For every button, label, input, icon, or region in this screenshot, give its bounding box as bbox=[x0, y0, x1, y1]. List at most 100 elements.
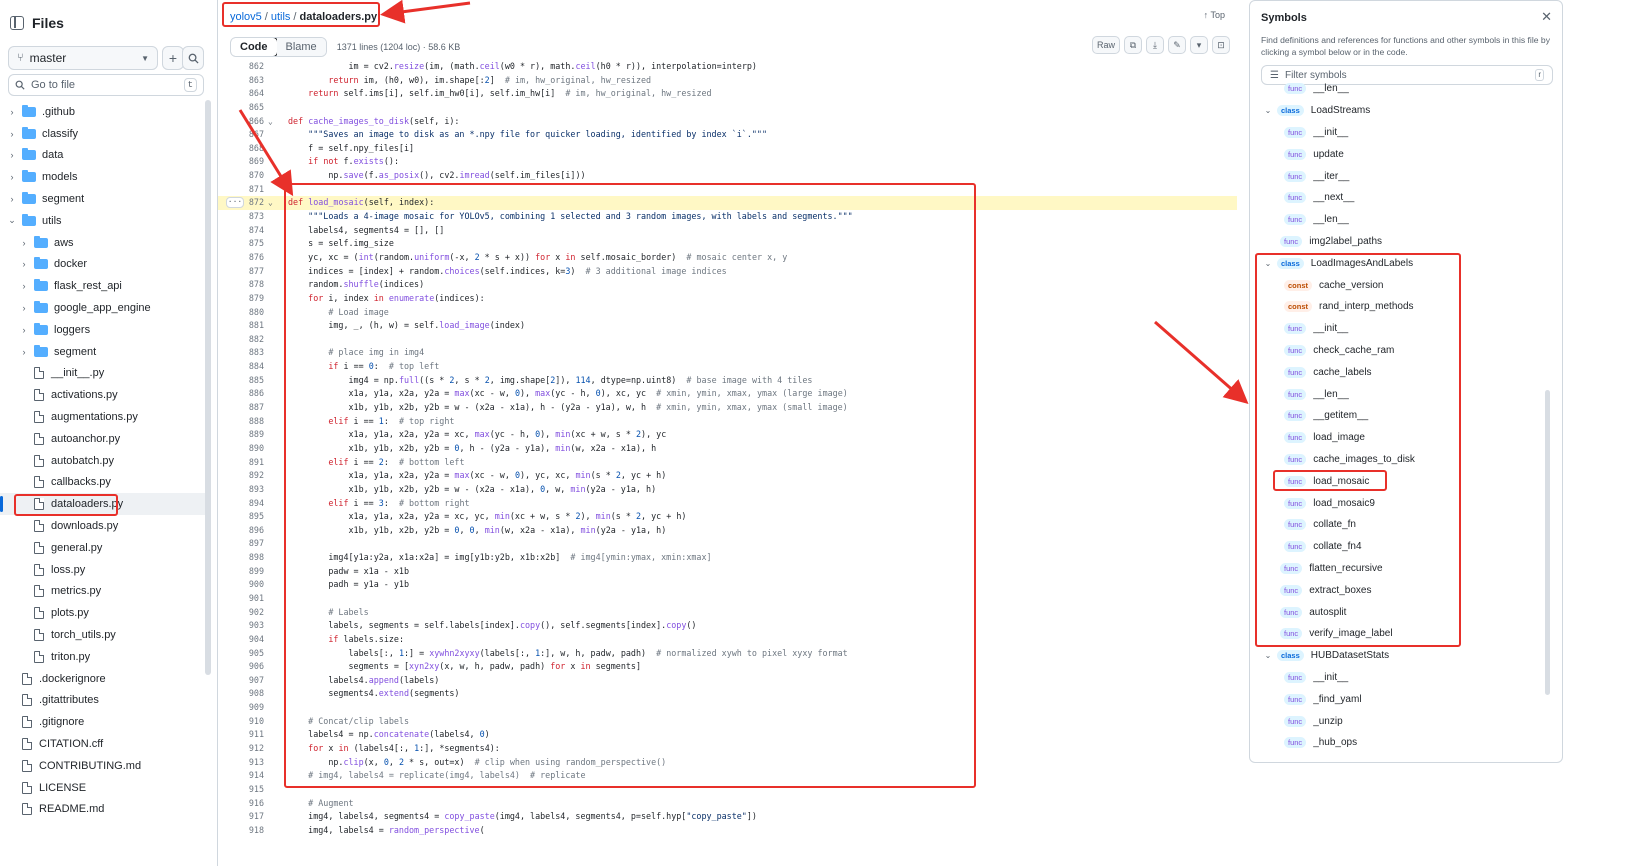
line-number[interactable]: 872 bbox=[218, 196, 264, 210]
line-number[interactable]: 918 bbox=[218, 824, 264, 838]
tree-file-item[interactable]: .dockerignore bbox=[0, 668, 205, 690]
line-number[interactable]: 870 bbox=[218, 169, 264, 183]
symbol-item[interactable]: func img2label_paths bbox=[1280, 231, 1382, 253]
raw-button[interactable]: Raw bbox=[1091, 36, 1120, 54]
tree-file-item[interactable]: torch_utils.py bbox=[0, 624, 205, 646]
chevron-right-icon[interactable]: › bbox=[6, 150, 18, 160]
chevron-right-icon[interactable]: › bbox=[18, 325, 30, 335]
chevron-down-icon[interactable]: ⌄ bbox=[1263, 106, 1273, 115]
tree-file-item[interactable]: autobatch.py bbox=[0, 450, 205, 472]
tree-file-item[interactable]: __init__.py bbox=[0, 363, 205, 385]
line-number[interactable]: 882 bbox=[218, 333, 264, 347]
symbol-item[interactable]: func load_image bbox=[1284, 427, 1365, 449]
line-number[interactable]: 887 bbox=[218, 401, 264, 415]
line-number[interactable]: 904 bbox=[218, 633, 264, 647]
line-number[interactable]: 889 bbox=[218, 428, 264, 442]
tree-folder-item[interactable]: › .github bbox=[0, 101, 205, 123]
tab-code[interactable]: Code bbox=[230, 38, 278, 56]
tree-file-item[interactable]: LICENSE bbox=[0, 777, 205, 799]
tree-folder-item[interactable]: › models bbox=[0, 166, 205, 188]
tree-file-item[interactable]: .gitattributes bbox=[0, 690, 205, 712]
symbol-item[interactable]: const cache_version bbox=[1284, 274, 1384, 296]
tree-folder-item[interactable]: › classify bbox=[0, 123, 205, 145]
copy-button[interactable]: ⧉ bbox=[1124, 36, 1142, 54]
symbol-item[interactable]: func __init__ bbox=[1284, 318, 1348, 340]
symbol-item[interactable]: func autosplit bbox=[1280, 601, 1346, 623]
chevron-right-icon[interactable]: › bbox=[6, 172, 18, 182]
line-number[interactable]: 902 bbox=[218, 606, 264, 620]
line-number[interactable]: 867 bbox=[218, 128, 264, 142]
line-number[interactable]: 877 bbox=[218, 265, 264, 279]
symbol-item[interactable]: func __len__ bbox=[1284, 209, 1349, 231]
close-icon[interactable]: ✕ bbox=[1541, 9, 1552, 25]
tree-file-item[interactable]: general.py bbox=[0, 537, 205, 559]
tree-file-item[interactable]: callbacks.py bbox=[0, 472, 205, 494]
chevron-right-icon[interactable]: › bbox=[18, 347, 30, 357]
symbol-item[interactable]: func flatten_recursive bbox=[1280, 558, 1383, 580]
tree-file-item[interactable]: .gitignore bbox=[0, 711, 205, 733]
chevron-right-icon[interactable]: › bbox=[6, 129, 18, 139]
line-number[interactable]: 913 bbox=[218, 756, 264, 770]
line-number[interactable]: 871 bbox=[218, 183, 264, 197]
sidebar-collapse-icon[interactable] bbox=[10, 16, 24, 30]
line-number[interactable]: 901 bbox=[218, 592, 264, 606]
line-number[interactable]: 905 bbox=[218, 647, 264, 661]
symbol-item[interactable]: func collate_fn bbox=[1284, 514, 1356, 536]
chevron-down-icon[interactable]: ⌄ bbox=[6, 215, 18, 226]
symbol-item[interactable]: func __iter__ bbox=[1284, 165, 1349, 187]
symbols-panel-button[interactable]: ⊡ bbox=[1212, 36, 1230, 54]
line-number[interactable]: 892 bbox=[218, 469, 264, 483]
line-number[interactable]: 914 bbox=[218, 769, 264, 783]
line-number[interactable]: 916 bbox=[218, 797, 264, 811]
tree-folder-item[interactable]: › flask_rest_api bbox=[0, 275, 205, 297]
line-number[interactable]: 910 bbox=[218, 715, 264, 729]
tree-file-item[interactable]: augmentations.py bbox=[0, 406, 205, 428]
line-number[interactable]: 899 bbox=[218, 565, 264, 579]
line-number[interactable]: 878 bbox=[218, 278, 264, 292]
tab-blame[interactable]: Blame bbox=[276, 38, 326, 56]
line-number[interactable]: 907 bbox=[218, 674, 264, 688]
line-number[interactable]: 903 bbox=[218, 619, 264, 633]
tree-file-item[interactable]: triton.py bbox=[0, 646, 205, 668]
symbol-item[interactable]: func update bbox=[1284, 143, 1344, 165]
line-number[interactable]: 864 bbox=[218, 87, 264, 101]
tree-file-item[interactable]: CONTRIBUTING.md bbox=[0, 755, 205, 777]
symbol-item[interactable]: func verify_image_label bbox=[1280, 623, 1393, 645]
tree-folder-item[interactable]: › data bbox=[0, 145, 205, 167]
line-number[interactable]: 911 bbox=[218, 728, 264, 742]
symbol-item[interactable]: func __len__ bbox=[1284, 78, 1349, 100]
symbol-item[interactable]: const rand_interp_methods bbox=[1284, 296, 1414, 318]
line-number[interactable]: 868 bbox=[218, 142, 264, 156]
symbol-item[interactable]: func _find_yaml bbox=[1284, 688, 1362, 710]
chevron-right-icon[interactable]: › bbox=[18, 238, 30, 248]
file-tree-scrollbar[interactable] bbox=[205, 100, 211, 675]
line-number[interactable]: 908 bbox=[218, 687, 264, 701]
line-number[interactable]: 879 bbox=[218, 292, 264, 306]
top-link[interactable]: ↑ Top bbox=[1204, 10, 1225, 20]
breadcrumb-dir-link[interactable]: utils bbox=[271, 11, 291, 23]
symbol-item[interactable]: ⌄ class LoadStreams bbox=[1263, 100, 1370, 122]
tree-file-item[interactable]: metrics.py bbox=[0, 581, 205, 603]
tree-folder-item[interactable]: › segment bbox=[0, 341, 205, 363]
line-number[interactable]: 897 bbox=[218, 537, 264, 551]
go-to-file-input[interactable]: Go to file t bbox=[8, 74, 204, 96]
line-number[interactable]: 909 bbox=[218, 701, 264, 715]
tree-file-item[interactable]: README.md bbox=[0, 799, 205, 821]
chevron-down-icon[interactable]: ⌄ bbox=[1263, 651, 1273, 660]
line-number[interactable]: 863 bbox=[218, 74, 264, 88]
chevron-right-icon[interactable]: › bbox=[18, 281, 30, 291]
symbol-item[interactable]: func check_cache_ram bbox=[1284, 340, 1394, 362]
symbol-item[interactable]: func __len__ bbox=[1284, 383, 1349, 405]
tree-file-item[interactable]: dataloaders.py bbox=[0, 493, 205, 516]
line-number[interactable]: 893 bbox=[218, 483, 264, 497]
tree-folder-item[interactable]: › aws bbox=[0, 232, 205, 254]
line-number[interactable]: 883 bbox=[218, 346, 264, 360]
line-number[interactable]: 880 bbox=[218, 306, 264, 320]
chevron-right-icon[interactable]: › bbox=[6, 194, 18, 204]
line-number[interactable]: 895 bbox=[218, 510, 264, 524]
fold-chevron-icon[interactable]: ⌄ bbox=[268, 115, 278, 129]
line-number[interactable]: 873 bbox=[218, 210, 264, 224]
fold-chevron-icon[interactable]: ⌄ bbox=[268, 196, 278, 210]
add-file-button[interactable]: + bbox=[162, 46, 184, 70]
line-number[interactable]: 912 bbox=[218, 742, 264, 756]
